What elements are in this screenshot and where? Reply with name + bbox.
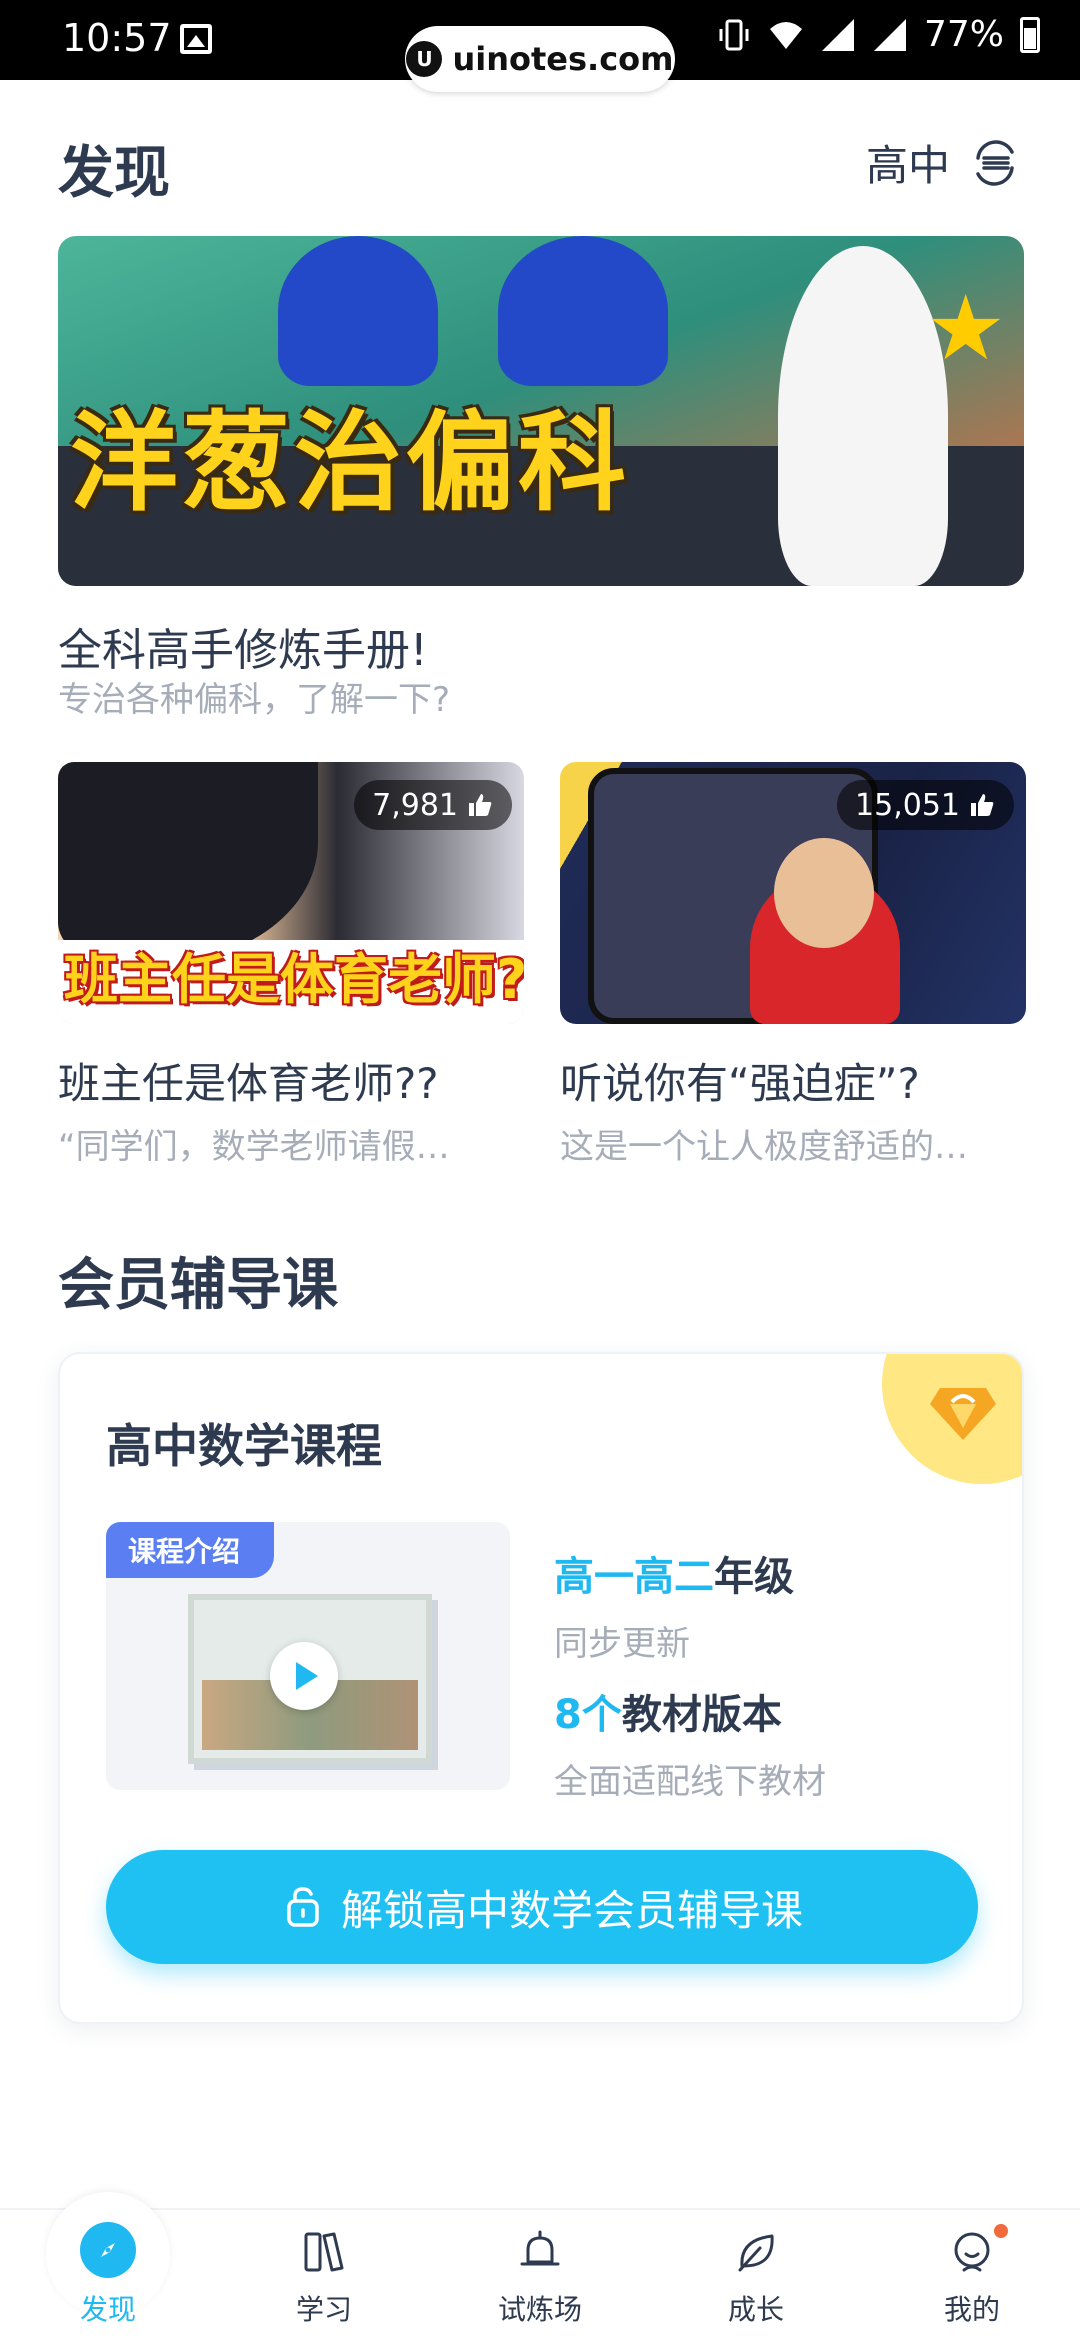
site-logo-icon: U [406,41,443,77]
video-title: 班主任是体育老师?? [58,1059,439,1108]
course-intro-video[interactable]: 课程介绍 [106,1522,510,1790]
feature-editions: 8个教材版本 全面适配线下教材 [554,1682,826,1803]
video-title: 听说你有“强迫症”? [560,1059,920,1108]
page-title: 发现 [58,141,170,206]
like-count: 7,981 [372,787,458,823]
video-card-2[interactable]: 15,051 听说你有“强迫症”? 这是一个让人极度舒适的… [560,762,1026,1168]
url-pill[interactable]: U uinotes.com [405,26,675,92]
nav-label: 发现 [79,2293,136,2326]
like-count: 15,051 [855,787,960,823]
feature-subtitle: 专治各种偏科，了解一下? [58,680,451,720]
banner-title-art: 洋葱治偏科 [70,401,631,526]
intro-tag: 课程介绍 [106,1522,275,1578]
image-notification-icon [180,24,212,54]
video-subtitle: “同学们，数学老师请假… [58,1127,450,1167]
nav-label: 我的 [943,2293,1000,2326]
banner-person-2 [498,236,668,386]
status-indicators: 77% [716,14,1040,55]
compass-icon [80,2222,136,2278]
book-icon [304,2232,344,2272]
bell-icon [520,2230,560,2266]
profile-icon [954,2232,990,2272]
feature-editions-highlight: 8个 [554,1692,622,1738]
feature-grades: 高一高二年级 同步更新 [554,1544,794,1665]
nav-label: 试炼场 [497,2293,582,2326]
signal-icon-2 [873,18,906,51]
signal-icon [821,18,854,51]
course-card[interactable]: 高中数学课程 课程介绍 高一高二年级 同步更新 8个教材版本 全面适配线下教材 … [58,1352,1024,2024]
bottom-nav: 发现 学习 试炼场 成长 我的 [0,2192,1080,2340]
feature-grades-sub: 同步更新 [554,1624,690,1664]
nav-tab-growth[interactable]: 成长 [648,2210,864,2340]
battery-icon [1020,16,1040,53]
unlock-label: 解锁高中数学会员辅导课 [340,1885,803,1935]
feature-editions-rest: 教材版本 [621,1692,782,1738]
video-thumbnail[interactable]: 15,051 [560,762,1026,1024]
section-title: 会员辅导课 [58,1253,338,1318]
nav-label: 学习 [295,2293,352,2326]
thumbs-up-icon [971,794,994,816]
star-icon: ★ [925,276,1006,381]
lock-icon [287,1887,319,1927]
feature-grades-highlight: 高一高二 [554,1554,714,1600]
video-subtitle: 这是一个让人极度舒适的… [560,1127,968,1167]
nav-label: 成长 [727,2293,784,2326]
diamond-icon [930,1388,996,1440]
nav-tab-practice[interactable]: 试炼场 [432,2210,648,2340]
thumbs-up-icon [469,794,492,816]
url-text: uinotes.com [452,40,674,78]
notification-badge [994,2224,1008,2238]
switch-grade-icon [976,139,1014,186]
status-time: 10:57 [62,16,172,60]
grade-switch[interactable]: 高中 [866,132,1022,193]
nav-tab-me[interactable]: 我的 [864,2210,1080,2340]
wifi-icon [769,21,802,49]
unlock-course-button[interactable]: 解锁高中数学会员辅导课 [106,1850,978,1964]
feature-editions-sub: 全面适配线下教材 [554,1762,826,1802]
video-card-1[interactable]: 班主任是体育老师? 7,981 班主任是体育老师?? “同学们，数学老师请假… [58,762,524,1168]
banner[interactable]: 洋葱治偏科 ★ [58,236,1024,586]
like-count-badge: 15,051 [837,780,1014,830]
thumbnail-caption: 班主任是体育老师? [64,948,524,1011]
leaf-icon [738,2234,774,2272]
battery-percent: 77% [923,14,1004,55]
grade-label: 高中 [865,141,950,190]
banner-person-3 [778,246,948,586]
course-name: 高中数学课程 [106,1419,382,1473]
video-thumbnail[interactable]: 班主任是体育老师? 7,981 [58,762,524,1024]
feature-grades-rest: 年级 [714,1554,794,1600]
nav-tab-discover[interactable]: 发现 [0,2210,216,2340]
feature-title[interactable]: 全科高手修炼手册! [58,614,428,678]
banner-person-1 [278,236,438,386]
vibrate-icon [719,19,749,50]
like-count-badge: 7,981 [354,780,512,830]
play-button[interactable] [270,1642,338,1710]
nav-tab-study[interactable]: 学习 [216,2210,432,2340]
